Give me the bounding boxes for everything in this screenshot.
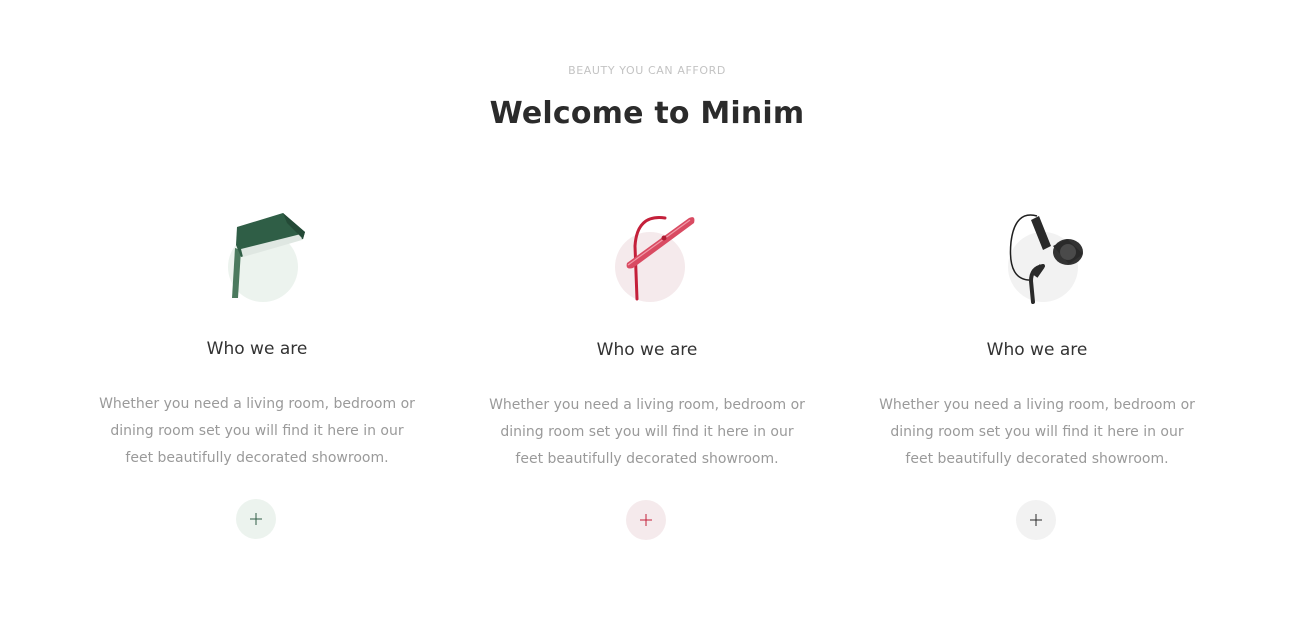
card-title: Who we are — [206, 339, 308, 359]
plus-icon — [250, 513, 262, 525]
feature-card: Who we are Whether you need a living roo… — [97, 205, 417, 539]
card-description: Whether you need a living room, bedroom … — [489, 397, 805, 467]
feature-card: Who we are Whether you need a living roo… — [877, 206, 1197, 540]
red-floor-lamp-icon — [597, 206, 697, 306]
card-description: Whether you need a living room, bedroom … — [99, 396, 415, 466]
card-title: Who we are — [596, 340, 698, 360]
feature-card: Who we are Whether you need a living roo… — [487, 206, 807, 540]
card-description: Whether you need a living room, bedroom … — [879, 397, 1195, 467]
expand-button[interactable] — [626, 500, 666, 540]
plus-icon — [640, 514, 652, 526]
plus-icon — [1030, 514, 1042, 526]
section-title: Welcome to Minim — [489, 96, 805, 131]
features-section: BEAUTY YOU CAN AFFORD Welcome to Minim W… — [0, 0, 1294, 638]
section-eyebrow: BEAUTY YOU CAN AFFORD — [568, 64, 726, 77]
green-desk-lamp-icon — [207, 205, 307, 305]
black-wall-lamp-icon — [987, 206, 1087, 306]
expand-button[interactable] — [1016, 500, 1056, 540]
card-title: Who we are — [986, 340, 1088, 360]
expand-button[interactable] — [236, 499, 276, 539]
